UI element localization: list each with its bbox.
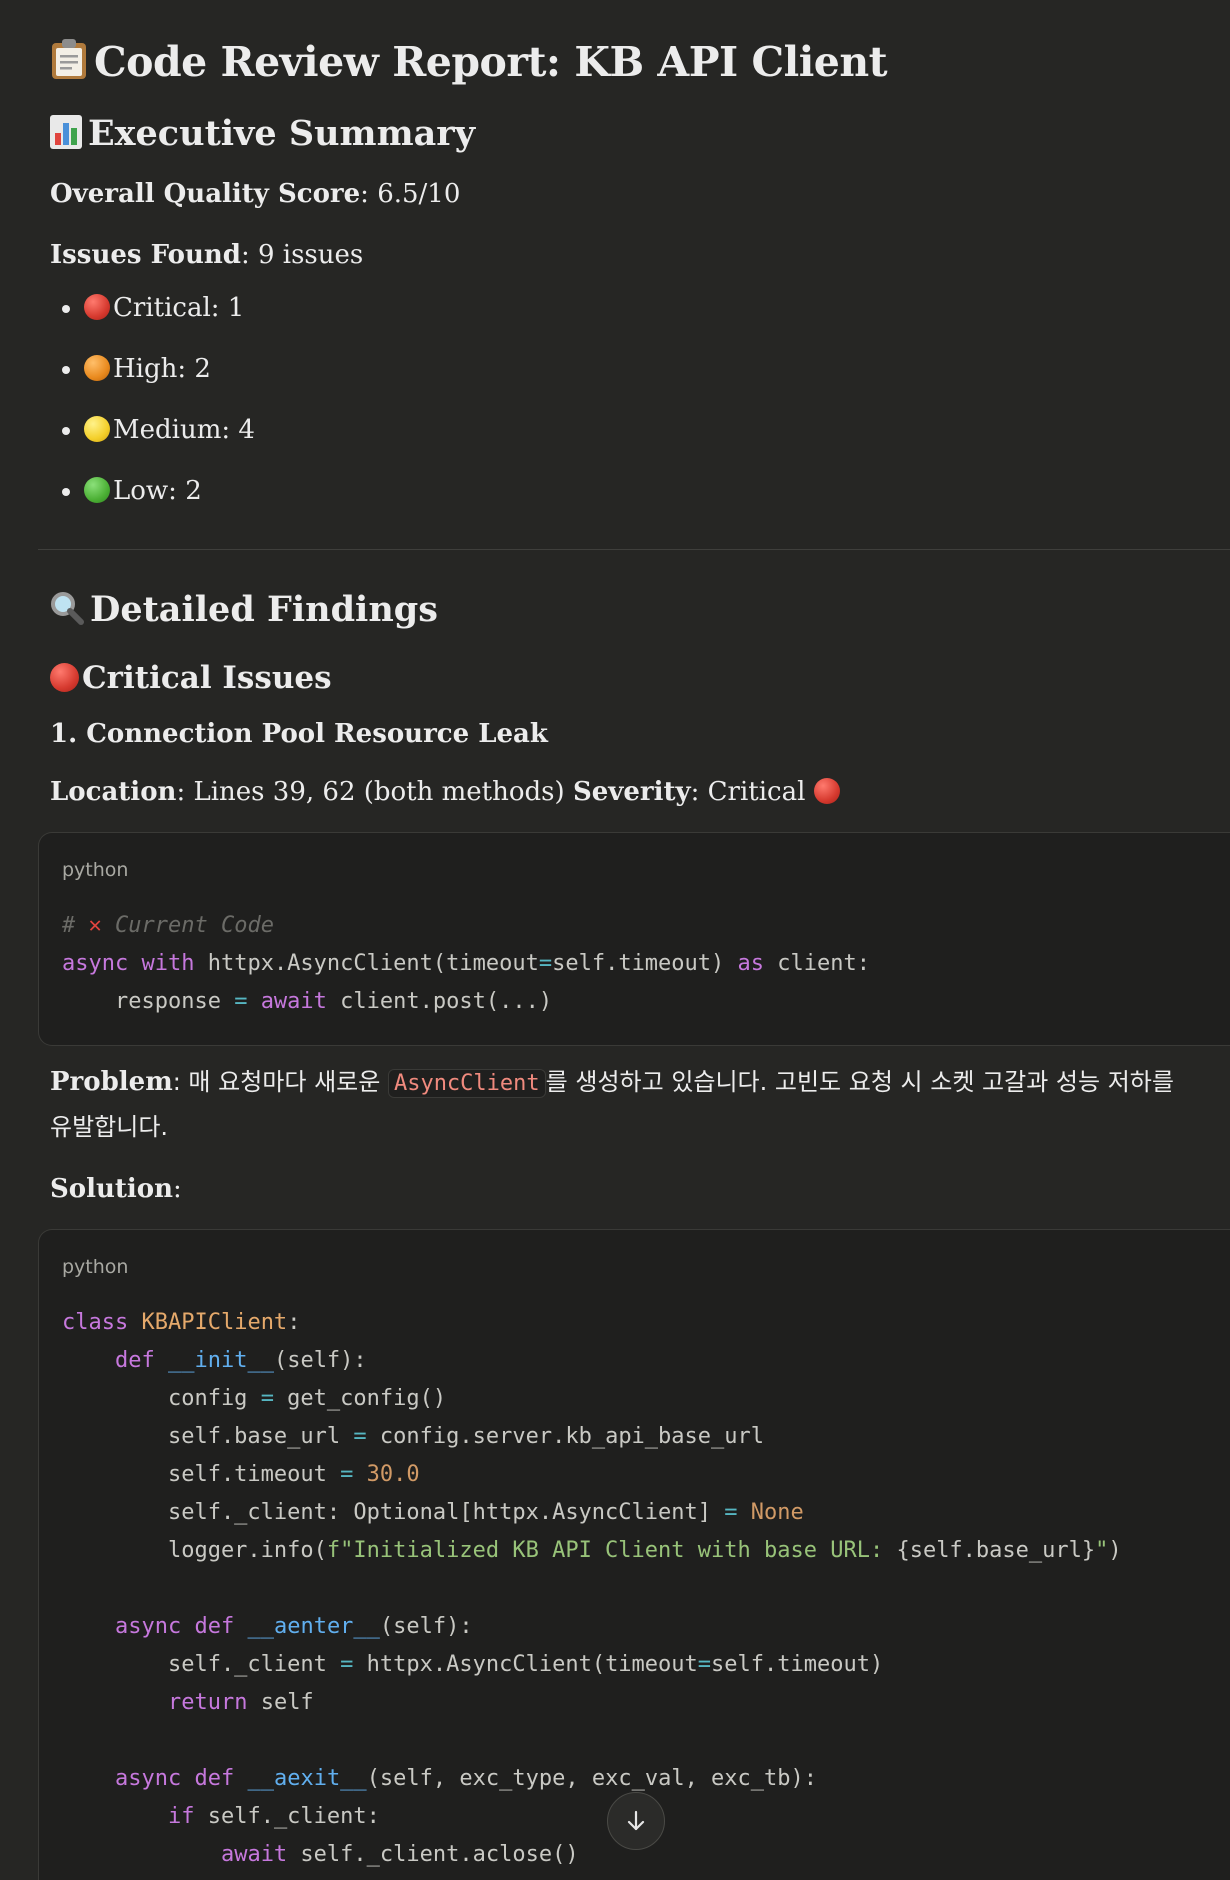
location-label: Location xyxy=(50,777,177,807)
solution-suffix: : xyxy=(173,1174,182,1204)
severity-label: Severity xyxy=(572,777,691,807)
severity-list: Critical: 1 High: 2 Medium: 4 Low: 2 xyxy=(50,290,255,534)
severity-medium: Medium: 4 xyxy=(113,415,255,445)
clipboard-icon xyxy=(50,38,88,94)
inline-code-asyncclient: AsyncClient xyxy=(387,1069,546,1098)
issue-location: Location: Lines 39, 62 (both methods) Se… xyxy=(50,774,843,810)
severity-low: Low: 2 xyxy=(113,476,202,506)
report-page: Code Review Report: KB API Client Execut… xyxy=(0,0,1230,1880)
quality-score-label: Overall Quality Score xyxy=(50,179,361,209)
list-item-medium: Medium: 4 xyxy=(50,412,255,473)
magnifier-icon xyxy=(50,590,84,638)
problem-text-pre: : 매 요청마다 새로운 xyxy=(172,1068,388,1096)
problem-label: Problem xyxy=(50,1067,173,1097)
yellow-circle-icon xyxy=(84,416,110,442)
orange-circle-icon xyxy=(84,355,110,381)
bullet-icon xyxy=(62,366,70,374)
green-circle-icon xyxy=(84,477,110,503)
bullet-icon xyxy=(62,427,70,435)
problem-line-2: 유발합니다. xyxy=(50,1109,168,1145)
arrow-down-icon xyxy=(627,1810,645,1831)
problem-text-post: 를 생성하고 있습니다. 고빈도 요청 시 소켓 고갈과 성능 저하를 xyxy=(545,1068,1174,1096)
code-language-label: python xyxy=(62,859,129,881)
critical-issues-heading: Critical Issues xyxy=(50,656,332,700)
location-value: : Lines 39, 62 (both methods) xyxy=(176,777,573,807)
severity-high: High: 2 xyxy=(113,354,211,384)
list-item-critical: Critical: 1 xyxy=(50,290,255,351)
code-language-label: python xyxy=(62,1256,129,1278)
report-title-text: Code Review Report: KB API Client xyxy=(94,38,888,86)
red-circle-icon xyxy=(813,778,840,804)
list-item-high: High: 2 xyxy=(50,351,255,412)
problem-text-line2: 유발합니다. xyxy=(50,1113,169,1141)
severity-value: : Critical xyxy=(690,777,814,807)
red-circle-icon xyxy=(84,294,110,320)
summary-heading-text: Executive Summary xyxy=(88,113,476,154)
scroll-to-bottom-button[interactable] xyxy=(607,1792,665,1850)
critical-issues-heading-text: Critical Issues xyxy=(82,660,332,696)
quality-score-value: : 6.5/10 xyxy=(360,179,461,209)
summary-heading: Executive Summary xyxy=(50,110,475,162)
red-circle-icon xyxy=(50,663,79,692)
issues-found-label: Issues Found xyxy=(50,240,241,270)
issue-title: 1. Connection Pool Resource Leak xyxy=(50,719,548,749)
current-code: # ✕ Current Code async with httpx.AsyncC… xyxy=(62,913,870,1014)
severity-critical: Critical: 1 xyxy=(113,293,245,323)
report-title: Code Review Report: KB API Client xyxy=(50,34,888,94)
list-item-low: Low: 2 xyxy=(50,473,255,534)
section-divider xyxy=(38,549,1230,550)
problem-line-1: Problem: 매 요청마다 새로운 AsyncClient 를 생성하고 있습… xyxy=(50,1064,1174,1102)
solution-label: Solution xyxy=(50,1174,174,1204)
quality-score: Overall Quality Score: 6.5/10 xyxy=(50,176,460,212)
bar-chart-icon xyxy=(50,114,82,162)
findings-heading-text: Detailed Findings xyxy=(90,589,438,630)
issues-found: Issues Found: 9 issues xyxy=(50,237,363,273)
bullet-icon xyxy=(62,488,70,496)
current-code-block[interactable]: python # ✕ Current Code async with httpx… xyxy=(38,832,1230,1046)
findings-heading: Detailed Findings xyxy=(50,586,438,638)
solution-code-block[interactable]: python class KBAPIClient: def __init__(s… xyxy=(38,1229,1230,1880)
issues-found-value: : 9 issues xyxy=(240,240,364,270)
solution-code: class KBAPIClient: def __init__(self): c… xyxy=(62,1310,1122,1867)
bullet-icon xyxy=(62,305,70,313)
solution-heading: Solution: xyxy=(50,1171,182,1207)
